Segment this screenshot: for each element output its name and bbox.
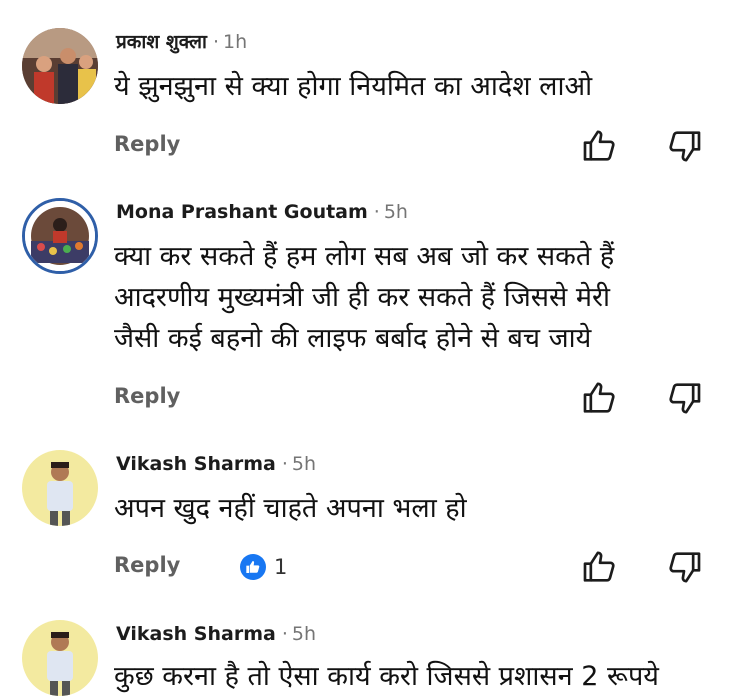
comment-text: क्या कर सकते हैं हम लोग सब अब जो कर सकते… <box>114 236 614 359</box>
avatar[interactable] <box>22 28 98 104</box>
author-name[interactable]: Vikash Sharma <box>116 623 276 645</box>
author-name[interactable]: Vikash Sharma <box>116 453 276 475</box>
thumb-up-icon[interactable] <box>580 126 620 166</box>
comment-header: Vikash Sharma · 5h <box>116 622 316 646</box>
comment-line: ये झुनझुना से क्या होगा नियमित का आदेश ल… <box>114 71 593 102</box>
comment-header: Mona Prashant Goutam · 5h <box>116 200 408 224</box>
thumb-down-icon[interactable] <box>664 126 704 166</box>
comment-actions: Reply 1 <box>114 547 704 587</box>
comments-list: प्रकाश शुक्ला · 1h ये झुनझुना से क्या होगा… <box>0 0 730 700</box>
comment-line: अपन खुद नहीं चाहते अपना भला हो <box>114 493 467 524</box>
avatar[interactable] <box>22 198 98 274</box>
separator-dot: · <box>281 623 288 645</box>
author-name[interactable]: Mona Prashant Goutam <box>116 201 368 223</box>
like-reaction-icon <box>240 554 266 580</box>
comment-line: कुछ करना है तो ऐसा कार्य करो जिससे प्रशा… <box>114 661 659 692</box>
thumb-up-icon[interactable] <box>580 378 620 418</box>
thumb-down-icon[interactable] <box>664 547 704 587</box>
comment-line: जैसी कई बहनो की लाइफ बर्बाद होने से बच ज… <box>114 323 592 354</box>
comment-text: अपन खुद नहीं चाहते अपना भला हो <box>114 488 467 529</box>
author-name[interactable]: प्रकाश शुक्ला <box>116 31 207 53</box>
comment-actions: Reply <box>114 126 704 166</box>
reply-button[interactable]: Reply <box>114 553 180 577</box>
separator-dot: · <box>281 453 288 475</box>
comment-line: क्या कर सकते हैं हम लोग सब अब जो कर सकते… <box>114 241 615 272</box>
comment-text: कुछ करना है तो ऐसा कार्य करो जिससे प्रशा… <box>114 656 659 697</box>
comment-time[interactable]: 5h <box>384 201 408 223</box>
avatar[interactable] <box>22 450 98 526</box>
separator-dot: · <box>373 201 380 223</box>
comment-header: प्रकाश शुक्ला · 1h <box>116 30 247 54</box>
comment-time[interactable]: 5h <box>292 453 316 475</box>
comment-header: Vikash Sharma · 5h <box>116 452 316 476</box>
reaction-count: 1 <box>274 555 288 579</box>
reaction-summary[interactable]: 1 <box>240 551 287 583</box>
thumb-up-icon[interactable] <box>580 547 620 587</box>
comment-time[interactable]: 1h <box>223 31 247 53</box>
comment-actions: Reply <box>114 378 704 418</box>
thumb-down-icon[interactable] <box>664 378 704 418</box>
reply-button[interactable]: Reply <box>114 384 180 408</box>
comment-text: ये झुनझुना से क्या होगा नियमित का आदेश ल… <box>114 66 592 107</box>
reply-button[interactable]: Reply <box>114 132 180 156</box>
comment-line: आदरणीय मुख्यमंत्री जी ही कर सकते हैं जिस… <box>114 282 611 313</box>
separator-dot: · <box>212 31 219 53</box>
comment-time[interactable]: 5h <box>292 623 316 645</box>
avatar[interactable] <box>22 620 98 696</box>
